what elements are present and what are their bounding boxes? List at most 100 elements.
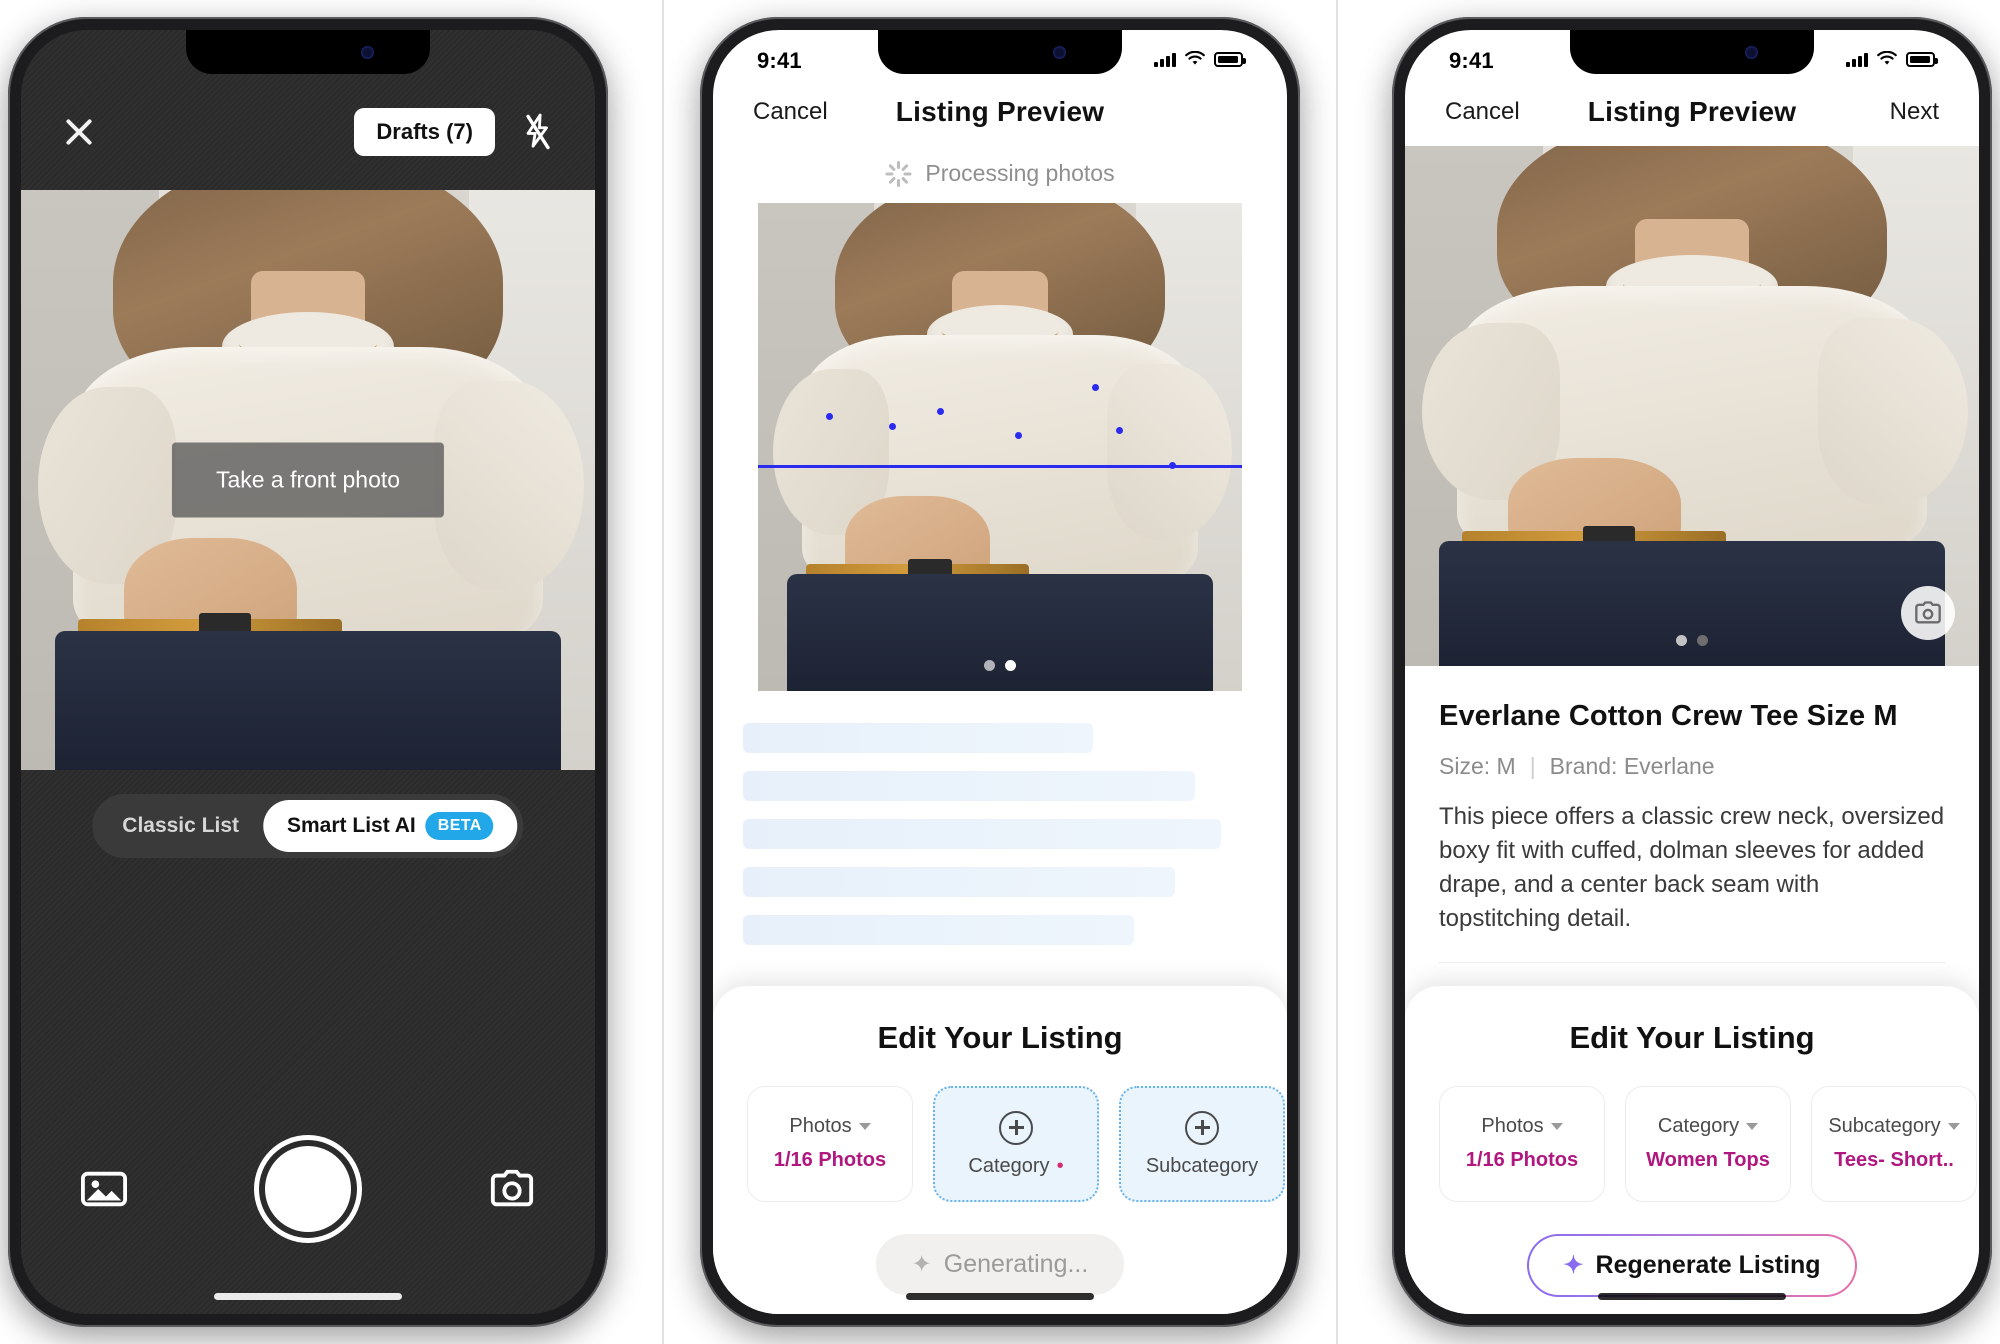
photo-library-icon[interactable]	[81, 1169, 127, 1209]
photo-carousel[interactable]	[1405, 146, 1979, 666]
add-circle-icon	[1185, 1110, 1219, 1145]
listing-preview-processing-screen: 9:41 Cancel Listing Preview Processing p…	[713, 30, 1287, 1314]
capture-hint-label: Take a front photo	[171, 442, 445, 518]
mode-classic-list[interactable]: Classic List	[98, 802, 263, 850]
chevron-down-icon	[1550, 1123, 1563, 1130]
regenerate-listing-button[interactable]: ✦ Regenerate Listing	[1527, 1234, 1856, 1297]
attribute-chip-row[interactable]: Photos 1/16 Photos Category Women Tops S…	[1405, 1086, 1979, 1202]
panel-divider-2	[1336, 0, 1338, 1344]
wifi-icon	[1185, 51, 1205, 65]
navigation-bar: Cancel Listing Preview	[713, 86, 1287, 146]
chip-photos[interactable]: Photos 1/16 Photos	[747, 1086, 913, 1202]
chip-photos-value: 1/16 Photos	[1465, 1149, 1579, 1171]
camera-top-actions: Drafts (7)	[354, 108, 555, 156]
chip-category[interactable]: Category Women Tops	[1625, 1086, 1791, 1202]
loading-skeleton	[713, 691, 1287, 945]
flash-off-icon[interactable]	[521, 113, 555, 151]
home-indicator	[214, 1293, 402, 1300]
next-button[interactable]: Next	[1843, 98, 1939, 126]
status-indicators	[1846, 46, 1938, 67]
chip-category-label: Category	[1658, 1115, 1759, 1138]
chip-subcategory-label: Subcategory	[1145, 1154, 1259, 1177]
sheet-title: Edit Your Listing	[877, 1020, 1123, 1055]
home-indicator	[906, 1293, 1094, 1300]
list-mode-toggle[interactable]: Classic List Smart List AI BETA	[92, 794, 524, 858]
carousel-dot-active[interactable]	[1005, 660, 1016, 671]
regenerate-label: Regenerate Listing	[1595, 1251, 1821, 1279]
scan-point	[937, 407, 945, 415]
chip-photos-label: Photos	[1481, 1115, 1563, 1138]
scan-point	[1091, 383, 1099, 391]
scan-point	[888, 422, 896, 430]
cancel-button[interactable]: Cancel	[753, 98, 849, 126]
listing-meta: Size: M | Brand: Everlane	[1439, 753, 1945, 780]
generating-button: ✦ Generating...	[875, 1234, 1125, 1295]
close-icon[interactable]	[61, 114, 97, 150]
brand-label: Brand: Everlane	[1549, 753, 1715, 779]
panel-divider-1	[662, 0, 664, 1344]
mode-smart-list-ai[interactable]: Smart List AI BETA	[263, 800, 518, 852]
home-indicator	[1598, 1293, 1786, 1300]
wifi-icon	[1877, 51, 1897, 65]
generating-label: Generating...	[943, 1250, 1089, 1278]
carousel-dots[interactable]	[1676, 635, 1708, 646]
phone-1-camera: Drafts (7) Take a front photo Classic Li…	[8, 17, 608, 1327]
chevron-down-icon	[1947, 1123, 1960, 1130]
edit-listing-sheet: Edit Your Listing Photos 1/16 Photos Cat…	[713, 986, 1287, 1314]
sparkle-icon: ✦	[911, 1251, 932, 1278]
drafts-button[interactable]: Drafts (7)	[354, 108, 495, 156]
chip-category-value: Women Tops	[1646, 1149, 1770, 1171]
sheet-action-area: ✦ Regenerate Listing	[1405, 1234, 1979, 1297]
camera-screen: Drafts (7) Take a front photo Classic Li…	[21, 30, 595, 1314]
spinner-icon	[885, 160, 912, 187]
sheet-action-area: ✦ Generating...	[713, 1234, 1287, 1295]
processing-status: Processing photos	[713, 146, 1287, 203]
cancel-button[interactable]: Cancel	[1445, 98, 1541, 126]
page-title: Listing Preview	[895, 96, 1105, 127]
sheet-title: Edit Your Listing	[1569, 1020, 1815, 1055]
chip-subcategory[interactable]: Subcategory Tees- Short..	[1811, 1086, 1977, 1202]
camera-icon[interactable]	[1901, 586, 1955, 640]
edit-listing-sheet: Edit Your Listing Photos 1/16 Photos Cat…	[1405, 986, 1979, 1314]
carousel-dot[interactable]	[984, 660, 995, 671]
meta-divider: |	[1529, 753, 1536, 779]
device-notch	[878, 30, 1122, 74]
scan-line	[758, 465, 1242, 468]
sparkle-icon: ✦	[1563, 1252, 1584, 1279]
carousel-dot-active[interactable]	[1697, 635, 1708, 646]
status-time: 9:41	[757, 48, 802, 73]
chevron-down-icon	[1746, 1123, 1759, 1130]
required-indicator: •	[1056, 1154, 1064, 1177]
skeleton-line	[743, 915, 1134, 945]
add-circle-icon	[999, 1110, 1033, 1145]
navigation-bar: Cancel Listing Preview Next	[1405, 86, 1979, 146]
beta-badge: BETA	[425, 812, 494, 840]
listing-title: Everlane Cotton Crew Tee Size M	[1439, 700, 1898, 732]
scan-point	[1014, 432, 1022, 440]
chip-category[interactable]: Category •	[933, 1086, 1099, 1202]
chip-category-label: Category •	[968, 1154, 1064, 1177]
listing-photo	[1405, 146, 1979, 666]
shutter-button[interactable]	[259, 1140, 357, 1238]
carousel-dots[interactable]	[984, 660, 1016, 671]
scan-point	[825, 412, 833, 420]
chip-photos[interactable]: Photos 1/16 Photos	[1439, 1086, 1605, 1202]
attribute-chip-row[interactable]: Photos 1/16 Photos Category • Subcategory…	[713, 1086, 1287, 1202]
skeleton-line	[743, 819, 1222, 849]
flip-camera-icon[interactable]	[489, 1169, 535, 1209]
photo-carousel[interactable]	[758, 203, 1242, 691]
chip-photos-value: 1/16 Photos	[773, 1149, 887, 1171]
listing-preview-result-screen: 9:41 Cancel Listing Preview Next Everlan…	[1405, 30, 1979, 1314]
listing-photo	[758, 203, 1242, 691]
chip-subcategory[interactable]: Subcategory	[1119, 1086, 1285, 1202]
processing-label: Processing photos	[925, 160, 1115, 186]
camera-controls	[21, 1104, 595, 1314]
cellular-signal-icon	[1154, 52, 1176, 67]
camera-viewport[interactable]: Take a front photo	[21, 190, 595, 770]
carousel-dot[interactable]	[1676, 635, 1687, 646]
chevron-down-icon	[858, 1123, 871, 1130]
battery-icon	[1906, 51, 1938, 67]
page-title: Listing Preview	[1587, 96, 1797, 127]
chip-subcategory-label: Subcategory	[1828, 1115, 1960, 1138]
skeleton-line	[743, 867, 1175, 897]
